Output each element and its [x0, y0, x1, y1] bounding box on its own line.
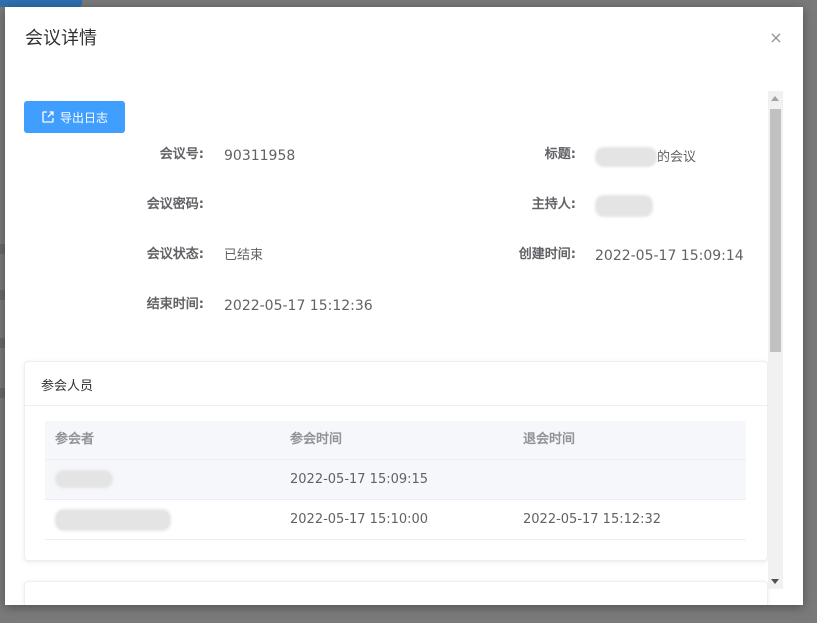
redacted-name	[595, 147, 657, 167]
end-time-label: 结束时间:	[146, 297, 204, 312]
column-header-join-time[interactable]: 参会时间	[290, 432, 342, 448]
title-suffix: 的会议	[657, 150, 697, 165]
export-log-button[interactable]: 导出日志	[24, 101, 125, 133]
redacted-name	[55, 470, 113, 488]
meeting-id-label: 会议号:	[159, 147, 204, 162]
scroll-up-icon[interactable]	[771, 96, 779, 101]
title-value: 的会议	[595, 147, 696, 167]
participants-table: 参会者 参会时间 退会时间 2022-05-17 15:09:15 2022-0…	[45, 421, 746, 540]
meeting-detail-dialog: 会议详情 × 导出日志 会议号: 90311958 标题: 的会议 会议密码: …	[5, 7, 803, 605]
created-time-value: 2022-05-17 15:09:14	[595, 248, 744, 264]
export-log-label: 导出日志	[59, 110, 108, 125]
status-label: 会议状态:	[146, 247, 204, 262]
secondary-panel	[24, 581, 768, 605]
participants-panel-header: 参会人员	[25, 362, 767, 406]
column-header-leave-time[interactable]: 退会时间	[523, 432, 575, 448]
redacted-name	[55, 509, 171, 531]
redacted-name	[595, 195, 653, 217]
join-time: 2022-05-17 15:09:15	[290, 472, 429, 487]
participants-panel-title: 参会人员	[41, 379, 94, 394]
end-time-value: 2022-05-17 15:12:36	[224, 298, 373, 314]
background-button	[0, 0, 82, 7]
host-label: 主持人:	[531, 197, 576, 212]
participants-panel: 参会人员 参会者 参会时间 退会时间 2022-05-17 15:09:15 2…	[24, 361, 768, 561]
host-value	[595, 195, 653, 217]
status-value: 已结束	[224, 248, 264, 263]
password-label: 会议密码:	[146, 197, 204, 212]
vertical-scrollbar[interactable]	[768, 91, 783, 589]
join-time: 2022-05-17 15:10:00	[290, 512, 429, 527]
table-header: 参会者 参会时间 退会时间	[45, 421, 746, 460]
created-time-label: 创建时间:	[518, 247, 576, 262]
dialog-title: 会议详情	[25, 28, 97, 49]
scrollbar-thumb[interactable]	[770, 109, 781, 352]
title-label: 标题:	[544, 147, 576, 162]
meeting-id-value: 90311958	[224, 148, 296, 164]
participant-name	[55, 509, 171, 531]
export-icon	[42, 111, 54, 123]
leave-time: 2022-05-17 15:12:32	[523, 512, 662, 527]
table-row[interactable]: 2022-05-17 15:10:00 2022-05-17 15:12:32	[45, 500, 746, 540]
scroll-down-icon[interactable]	[771, 579, 779, 584]
close-icon[interactable]: ×	[768, 28, 784, 48]
participant-name	[55, 470, 113, 488]
column-header-participant[interactable]: 参会者	[55, 432, 94, 448]
table-row[interactable]: 2022-05-17 15:09:15	[45, 460, 746, 500]
